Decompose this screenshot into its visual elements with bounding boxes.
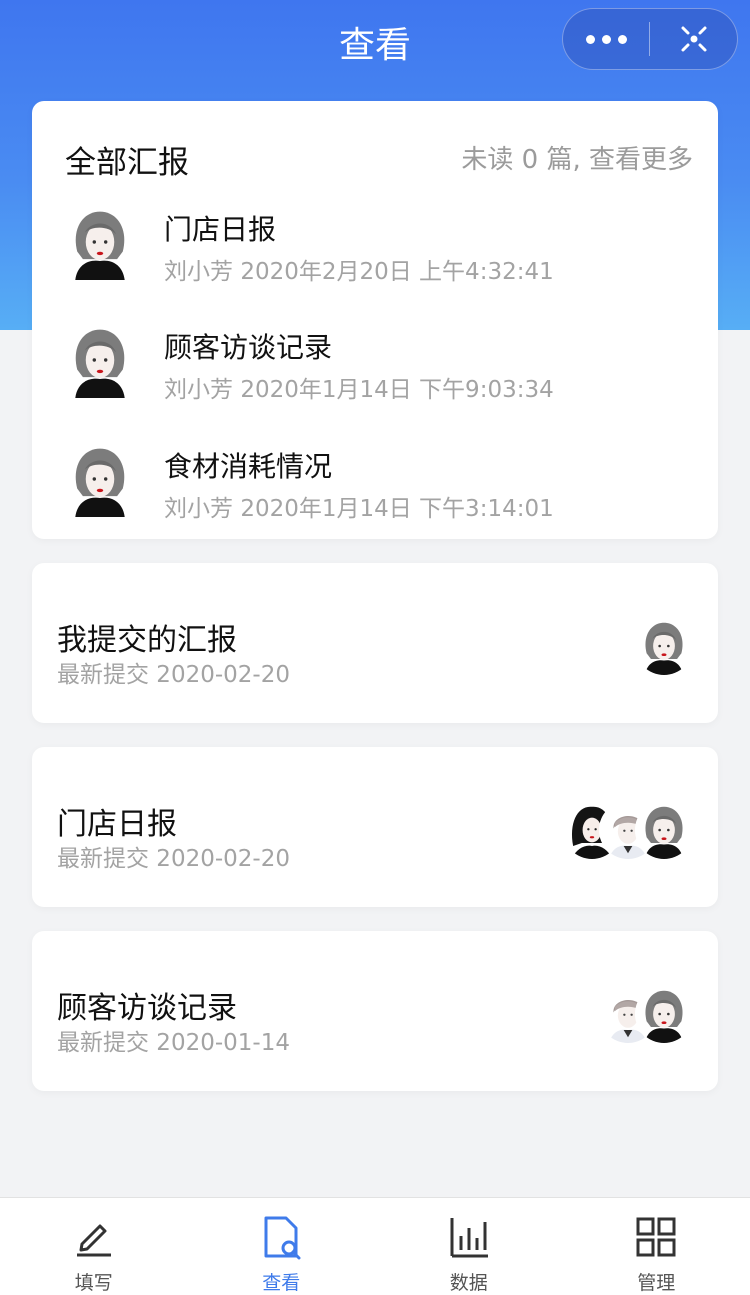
bottom-tabbar: 填写 查看 数据 管理 xyxy=(0,1197,750,1295)
tab-label: 管理 xyxy=(637,1272,676,1294)
report-title: 门店日报 xyxy=(164,213,277,246)
more-dots-icon[interactable] xyxy=(563,9,649,69)
report-time: 2020年1月14日 下午9:03:34 xyxy=(240,377,554,403)
report-time: 2020年2月20日 上午4:32:41 xyxy=(240,259,554,285)
report-title: 食材消耗情况 xyxy=(164,450,333,483)
grid-icon xyxy=(636,1217,676,1257)
tab-label: 查看 xyxy=(262,1272,301,1294)
pencil-icon xyxy=(76,1224,111,1257)
mini-program-capsule xyxy=(562,8,738,70)
store-daily-card[interactable]: 门店日报 最新提交 2020-02-20 xyxy=(32,747,718,907)
avatar-stack xyxy=(635,617,693,675)
my-submissions-card[interactable]: 我提交的汇报 最新提交 2020-02-20 xyxy=(32,563,718,723)
group-subtitle: 最新提交 2020-02-20 xyxy=(57,846,290,872)
report-author: 刘小芳 xyxy=(164,496,233,522)
tab-manage[interactable]: 管理 xyxy=(563,1198,750,1295)
tab-view[interactable]: 查看 xyxy=(188,1198,376,1295)
tab-label: 数据 xyxy=(449,1272,488,1294)
close-target-icon[interactable] xyxy=(650,9,737,69)
customer-interview-card[interactable]: 顾客访谈记录 最新提交 2020-01-14 xyxy=(32,931,718,1091)
document-search-icon xyxy=(264,1216,301,1260)
report-author: 刘小芳 xyxy=(164,259,233,285)
report-title: 顾客访谈记录 xyxy=(164,331,333,364)
report-meta: 刘小芳 2020年1月14日 下午3:14:01 xyxy=(164,489,554,523)
report-item[interactable]: 门店日报 刘小芳 2020年2月20日 上午4:32:41 xyxy=(32,204,718,304)
unread-more-link[interactable]: 未读 0 篇, 查看更多 xyxy=(461,139,693,176)
group-title: 门店日报 xyxy=(57,807,177,842)
avatar xyxy=(62,441,138,517)
avatar xyxy=(62,322,138,398)
report-meta: 刘小芳 2020年2月20日 上午4:32:41 xyxy=(164,252,554,286)
avatar-stack xyxy=(563,801,693,859)
avatar xyxy=(62,204,138,280)
avatar xyxy=(635,985,693,1043)
group-title: 顾客访谈记录 xyxy=(57,991,237,1026)
all-reports-title: 全部汇报 xyxy=(65,145,189,181)
report-author: 刘小芳 xyxy=(164,377,233,403)
group-title: 我提交的汇报 xyxy=(57,623,237,658)
group-subtitle: 最新提交 2020-01-14 xyxy=(57,1030,290,1056)
avatar xyxy=(635,801,693,859)
tab-label: 填写 xyxy=(74,1272,113,1294)
report-meta: 刘小芳 2020年1月14日 下午9:03:34 xyxy=(164,370,554,404)
report-time: 2020年1月14日 下午3:14:01 xyxy=(240,496,554,522)
avatar xyxy=(635,617,693,675)
group-subtitle: 最新提交 2020-02-20 xyxy=(57,662,290,688)
tab-data[interactable]: 数据 xyxy=(375,1198,563,1295)
tab-fill[interactable]: 填写 xyxy=(0,1198,188,1295)
report-item[interactable]: 食材消耗情况 刘小芳 2020年1月14日 下午3:14:01 xyxy=(32,441,718,541)
avatar-stack xyxy=(599,985,693,1043)
bar-chart-icon xyxy=(450,1218,488,1258)
all-reports-card: 全部汇报 未读 0 篇, 查看更多 门店日报 刘小芳 2020年2月20日 上午… xyxy=(32,101,718,539)
report-item[interactable]: 顾客访谈记录 刘小芳 2020年1月14日 下午9:03:34 xyxy=(32,322,718,422)
